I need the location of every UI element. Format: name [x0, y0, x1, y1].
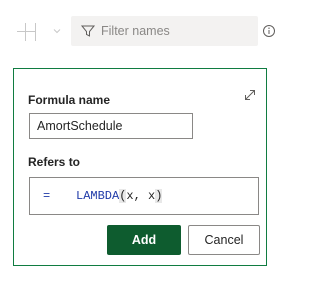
formula-name-label: Formula name — [28, 93, 111, 107]
toolbar: Filter names — [0, 0, 289, 46]
formula-text: LAMBDA(x, x) — [76, 189, 163, 203]
formula-name-value: AmortSchedule — [37, 119, 123, 133]
filter-names-input[interactable]: Filter names — [71, 16, 258, 46]
add-icon[interactable] — [15, 21, 37, 43]
formula-name-input[interactable]: AmortSchedule — [29, 113, 193, 139]
info-icon[interactable] — [262, 24, 276, 38]
formula-equals: = — [43, 189, 51, 203]
chevron-down-icon[interactable] — [51, 25, 63, 37]
formula-function: LAMBDA — [76, 189, 120, 203]
expand-icon[interactable] — [244, 89, 256, 101]
refers-to-input[interactable]: = LAMBDA(x, x) — [29, 177, 259, 215]
formula-close-paren: ) — [155, 189, 163, 203]
cancel-button[interactable]: Cancel — [188, 225, 260, 255]
filter-icon — [80, 25, 96, 37]
new-name-dialog: Formula name AmortSchedule Refers to = L… — [13, 68, 267, 266]
add-button[interactable]: Add — [107, 225, 181, 255]
refers-to-label: Refers to — [28, 155, 81, 169]
formula-args: x, x — [126, 189, 156, 203]
filter-placeholder: Filter names — [101, 24, 170, 38]
